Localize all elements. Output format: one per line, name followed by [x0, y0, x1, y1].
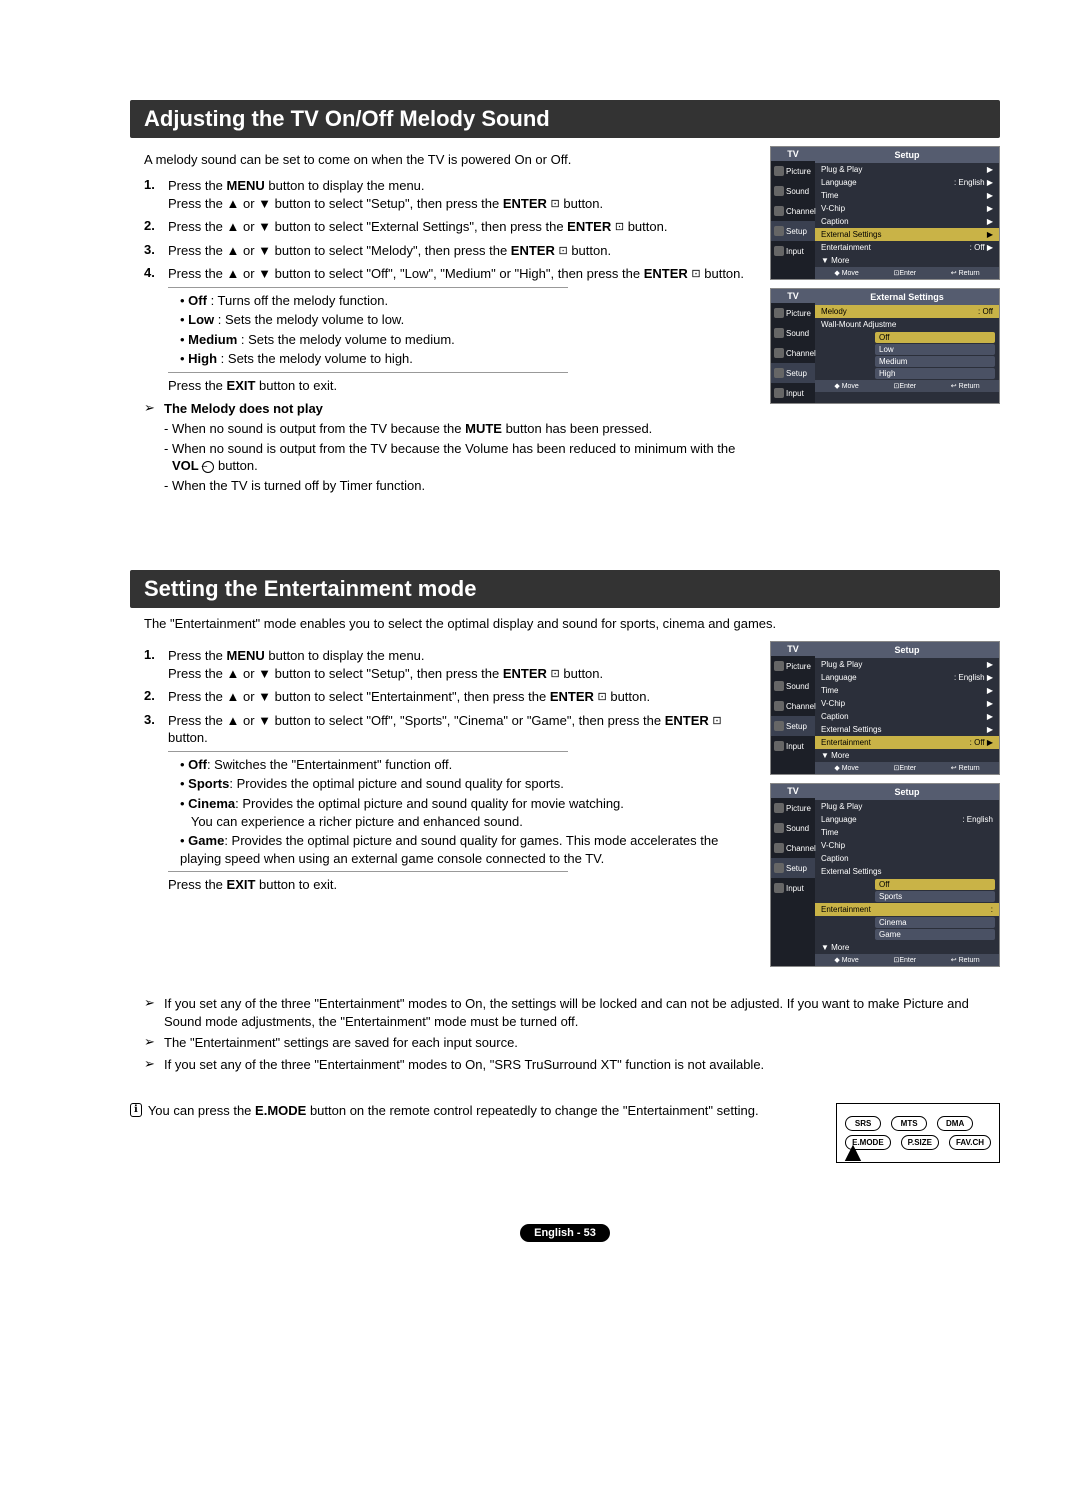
step-1: 1. Press the MENU button to display the …	[144, 177, 756, 212]
step-4: 4. Press the ▲ or ▼ button to select "Of…	[144, 265, 756, 394]
note-icon: ➢	[144, 400, 164, 416]
section1-body: A melody sound can be set to come on whe…	[130, 146, 756, 500]
note-icon: ➢	[144, 995, 164, 1011]
setup-icon	[774, 226, 784, 236]
sound-icon	[774, 681, 784, 691]
picture-icon	[774, 166, 784, 176]
setup-icon	[774, 863, 784, 873]
pointer-arrow-icon: ▲	[839, 1136, 867, 1168]
channel-icon	[774, 843, 784, 853]
channel-icon	[774, 701, 784, 711]
entertainment-options: • Off: Switches the "Entertainment" func…	[180, 756, 756, 867]
osd-screens-1: TV Picture Sound Channel Setup Input Set…	[770, 146, 1000, 500]
osd-entertainment: TV Picture Sound Channel Setup Input Set…	[770, 783, 1000, 967]
remote-diagram: SRS MTS DMA E.MODE P.SIZE FAV.CH ▲	[836, 1103, 1000, 1163]
melody-note: ➢ The Melody does not play - When no sou…	[144, 400, 756, 496]
sound-icon	[774, 328, 784, 338]
enter-icon: ⊡	[615, 221, 624, 233]
sound-icon	[774, 186, 784, 196]
input-icon	[774, 741, 784, 751]
enter-icon: ⊡	[551, 198, 560, 210]
section2-body: 1. Press the MENU button to display the …	[130, 641, 756, 975]
input-icon	[774, 883, 784, 893]
picture-icon	[774, 308, 784, 318]
s2-note-1: ➢ If you set any of the three "Entertain…	[144, 995, 1000, 1030]
section1-intro: A melody sound can be set to come on whe…	[144, 152, 756, 167]
step-2: 2. Press the ▲ or ▼ button to select "Ex…	[144, 218, 756, 236]
enter-icon: ⊡	[551, 668, 560, 680]
picture-icon	[774, 661, 784, 671]
enter-icon: ⊡	[712, 715, 721, 727]
channel-icon	[774, 348, 784, 358]
osd-screens-2: TV Picture Sound Channel Setup Input Set…	[770, 641, 1000, 975]
s2-step-1: 1. Press the MENU button to display the …	[144, 647, 756, 682]
note-icon: ➢	[144, 1056, 164, 1072]
s2-step-2: 2. Press the ▲ or ▼ button to select "En…	[144, 688, 756, 706]
sound-icon	[774, 823, 784, 833]
remote-psize: P.SIZE	[901, 1135, 939, 1150]
enter-icon: ⊡	[691, 268, 700, 280]
page-footer: English - 53	[130, 1223, 1000, 1242]
remote-tip: ℹ You can press the E.MODE button on the…	[130, 1103, 1000, 1163]
note-icon: ➢	[144, 1034, 164, 1050]
remote-dma: DMA	[937, 1116, 973, 1131]
s2-note-3: ➢ If you set any of the three "Entertain…	[144, 1056, 1000, 1074]
section2-intro: The "Entertainment" mode enables you to …	[144, 616, 1000, 631]
section1-title: Adjusting the TV On/Off Melody Sound	[130, 100, 1000, 138]
remote-mts: MTS	[891, 1116, 927, 1131]
osd-external-settings: TV Picture Sound Channel Setup Input Ext…	[770, 288, 1000, 404]
osd-setup: TV Picture Sound Channel Setup Input Set…	[770, 146, 1000, 280]
s2-step-3: 3. Press the ▲ or ▼ button to select "Of…	[144, 712, 756, 894]
enter-icon: ⊡	[598, 691, 607, 703]
remote-srs: SRS	[845, 1116, 881, 1131]
melody-options: • Off : Turns off the melody function. •…	[180, 292, 756, 368]
step-3: 3. Press the ▲ or ▼ button to select "Me…	[144, 242, 756, 260]
setup-icon	[774, 721, 784, 731]
channel-icon	[774, 206, 784, 216]
picture-icon	[774, 803, 784, 813]
enter-icon: ⊡	[558, 245, 567, 257]
s2-note-2: ➢ The "Entertainment" settings are saved…	[144, 1034, 1000, 1052]
section2-title: Setting the Entertainment mode	[130, 570, 1000, 608]
manual-page: Adjusting the TV On/Off Melody Sound A m…	[0, 0, 1080, 1292]
setup-icon	[774, 368, 784, 378]
input-icon	[774, 388, 784, 398]
input-icon	[774, 246, 784, 256]
vol-minus-icon: –	[202, 461, 214, 473]
remote-favch: FAV.CH	[949, 1135, 991, 1150]
info-icon: ℹ	[130, 1103, 142, 1117]
osd-setup-2: TV Picture Sound Channel Setup Input Set…	[770, 641, 1000, 775]
